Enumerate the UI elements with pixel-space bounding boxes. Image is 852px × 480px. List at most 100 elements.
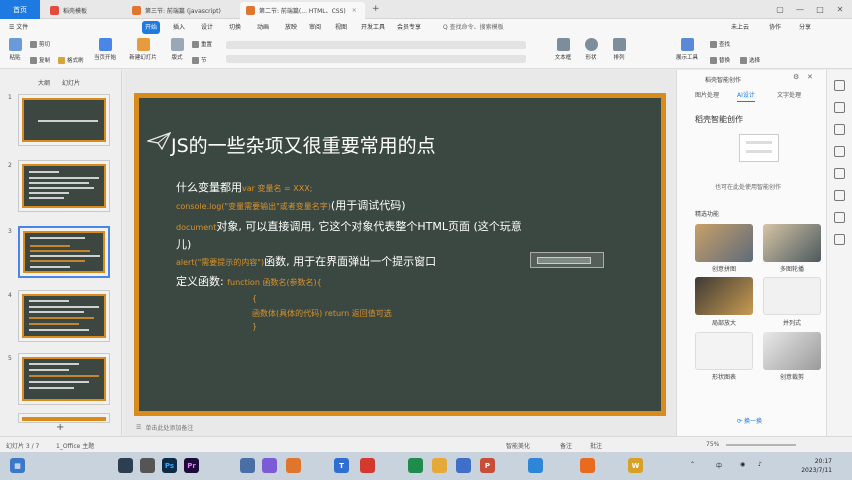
menu-file[interactable]: ☰ 文件 — [6, 21, 31, 34]
network-icon[interactable]: ◉ — [740, 461, 745, 468]
cloud-status[interactable]: 未上云 — [728, 21, 752, 34]
properties-icon[interactable] — [834, 102, 845, 113]
app-icon[interactable] — [408, 458, 423, 473]
premiere-icon[interactable]: Pr — [184, 458, 199, 473]
tab-image-processing[interactable]: 图片处理 — [695, 90, 719, 102]
display-tools-button[interactable]: 展示工具 — [672, 38, 702, 66]
arrange-button[interactable]: 排列 — [606, 38, 632, 66]
reset-button[interactable]: 重置 — [192, 39, 212, 49]
app-icon[interactable] — [456, 458, 471, 473]
paragraph-controls[interactable] — [226, 55, 526, 63]
slide-line-var[interactable]: 什么变量都用var 变量名 = XXX; — [176, 179, 312, 195]
close-window-icon[interactable]: ✕ — [830, 0, 850, 19]
select-pane-icon[interactable] — [834, 80, 845, 91]
smart-beautify-button[interactable]: 智能美化 — [506, 441, 530, 450]
feature-parallel[interactable] — [763, 277, 821, 315]
tab-html-css-doc[interactable]: 第二节: 前端篇(... HTML、CSS) × — [240, 2, 365, 19]
paste-button[interactable]: 粘贴 — [2, 38, 28, 66]
font-controls[interactable] — [226, 41, 526, 49]
app-icon[interactable] — [528, 458, 543, 473]
feature-zoom[interactable] — [695, 277, 753, 315]
menu-item-view[interactable]: 视图 — [332, 21, 350, 34]
more-icon[interactable] — [834, 234, 845, 245]
tab-docer-templates[interactable]: 稻壳模板 — [44, 2, 124, 19]
edit-icon[interactable] — [834, 190, 845, 201]
slide-line-console[interactable]: console.log("变量需要输出"或者变量名字)(用于调试代码) — [176, 197, 406, 213]
menu-item-insert[interactable]: 插入 — [170, 21, 188, 34]
slide-thumbnail[interactable] — [18, 353, 110, 405]
menu-item-home[interactable]: 开始 — [142, 21, 161, 34]
copy-button[interactable]: 复制 — [30, 55, 50, 65]
tab-text-processing[interactable]: 文字处理 — [777, 90, 801, 102]
app-icon[interactable] — [240, 458, 255, 473]
tab-ai-design[interactable]: AI设计 — [737, 90, 755, 102]
start-icon[interactable]: ▦ — [10, 458, 25, 473]
find-button[interactable]: 查找 — [710, 39, 730, 49]
slide-line-document-cont[interactable]: 儿) — [176, 236, 191, 252]
slide-thumbnail[interactable] — [18, 290, 110, 342]
slide-line-document[interactable]: document对象, 可以直接调用, 它这个对象代表整个HTML页面 (这个玩… — [176, 218, 522, 234]
zoom-level[interactable]: 75% — [706, 441, 719, 448]
star-icon[interactable] — [834, 168, 845, 179]
settings-icon[interactable]: ⚙ — [793, 73, 799, 81]
maximize-icon[interactable]: □ — [810, 0, 830, 19]
photoshop-icon[interactable]: Ps — [162, 458, 177, 473]
menu-item-developer[interactable]: 开发工具 — [358, 21, 388, 34]
layout-icon[interactable]: ▢ — [770, 0, 790, 19]
select-button[interactable]: 选择 — [740, 55, 760, 65]
menu-item-slideshow[interactable]: 放映 — [282, 21, 300, 34]
feature-creative-crop[interactable] — [763, 332, 821, 370]
slide-title[interactable]: JS的一些杂项又很重要常用的点 — [171, 131, 436, 158]
format-painter-button[interactable]: 格式刷 — [58, 55, 84, 65]
app-icon[interactable] — [432, 458, 447, 473]
replace-button[interactable]: 替换 — [710, 55, 730, 65]
menu-item-animation[interactable]: 动画 — [254, 21, 272, 34]
app-icon[interactable] — [140, 458, 155, 473]
feature-shape-chart[interactable] — [695, 332, 753, 370]
feature-collage[interactable] — [695, 224, 753, 262]
slide-thumbnail[interactable] — [18, 160, 110, 212]
clock[interactable]: 20:17 2023/7/11 — [801, 457, 832, 475]
slide-line-function[interactable]: 定义函数: function 函数名(参数名){ — [176, 273, 322, 289]
feature-carousel[interactable] — [763, 224, 821, 262]
section-button[interactable]: 节 — [192, 55, 207, 65]
add-slide-button[interactable]: + — [56, 422, 64, 433]
textbox-button[interactable]: 文本框 — [550, 38, 576, 66]
slide-thumbnail-active[interactable] — [18, 226, 110, 278]
wps-presentation-icon[interactable]: P — [480, 458, 495, 473]
comments-toggle[interactable]: 批注 — [590, 441, 602, 450]
refresh-button[interactable]: ⟳ 换一换 — [737, 416, 762, 425]
menu-item-member[interactable]: 会员专享 — [394, 21, 424, 34]
new-slide-button[interactable]: 新建幻灯片 — [126, 38, 160, 66]
tab-slides[interactable]: 幻灯片 — [62, 78, 80, 87]
app-icon[interactable] — [286, 458, 301, 473]
app-icon[interactable] — [360, 458, 375, 473]
share-icon[interactable] — [834, 212, 845, 223]
volume-icon[interactable]: ♪ — [758, 461, 762, 468]
alert-dialog-image[interactable] — [530, 252, 604, 268]
collab-button[interactable]: 协作 — [766, 21, 784, 34]
search-command-input[interactable]: Q 查找命令、搜索模板 — [440, 21, 507, 34]
menu-item-review[interactable]: 审阅 — [306, 21, 324, 34]
tab-outline[interactable]: 大纲 — [38, 78, 50, 87]
share-button[interactable]: 分享 — [796, 21, 814, 34]
ime-indicator[interactable]: 中 — [716, 461, 722, 470]
slide[interactable]: JS的一些杂项又很重要常用的点 什么变量都用var 变量名 = XXX; con… — [134, 93, 666, 416]
menu-item-transition[interactable]: 切换 — [226, 21, 244, 34]
minimize-icon[interactable]: — — [790, 0, 810, 19]
slide-thumbnail[interactable] — [18, 94, 110, 146]
start-from-current-button[interactable]: 当页开始 — [88, 38, 122, 66]
close-tab-icon[interactable]: × — [352, 7, 357, 14]
wps-writer-icon[interactable]: W — [628, 458, 643, 473]
app-icon[interactable] — [262, 458, 277, 473]
design-icon[interactable] — [834, 146, 845, 157]
shape-button[interactable]: 形状 — [578, 38, 604, 66]
zoom-slider[interactable] — [726, 444, 796, 446]
text-app-icon[interactable]: T — [334, 458, 349, 473]
tab-javascript-doc[interactable]: 第三节: 前端篇 (javascript) — [126, 2, 238, 19]
animation-pane-icon[interactable] — [834, 124, 845, 135]
home-tab[interactable]: 首页 — [0, 0, 40, 19]
close-panel-icon[interactable]: ✕ — [807, 73, 813, 81]
layout-button[interactable]: 版式 — [164, 38, 190, 66]
app-icon[interactable] — [118, 458, 133, 473]
